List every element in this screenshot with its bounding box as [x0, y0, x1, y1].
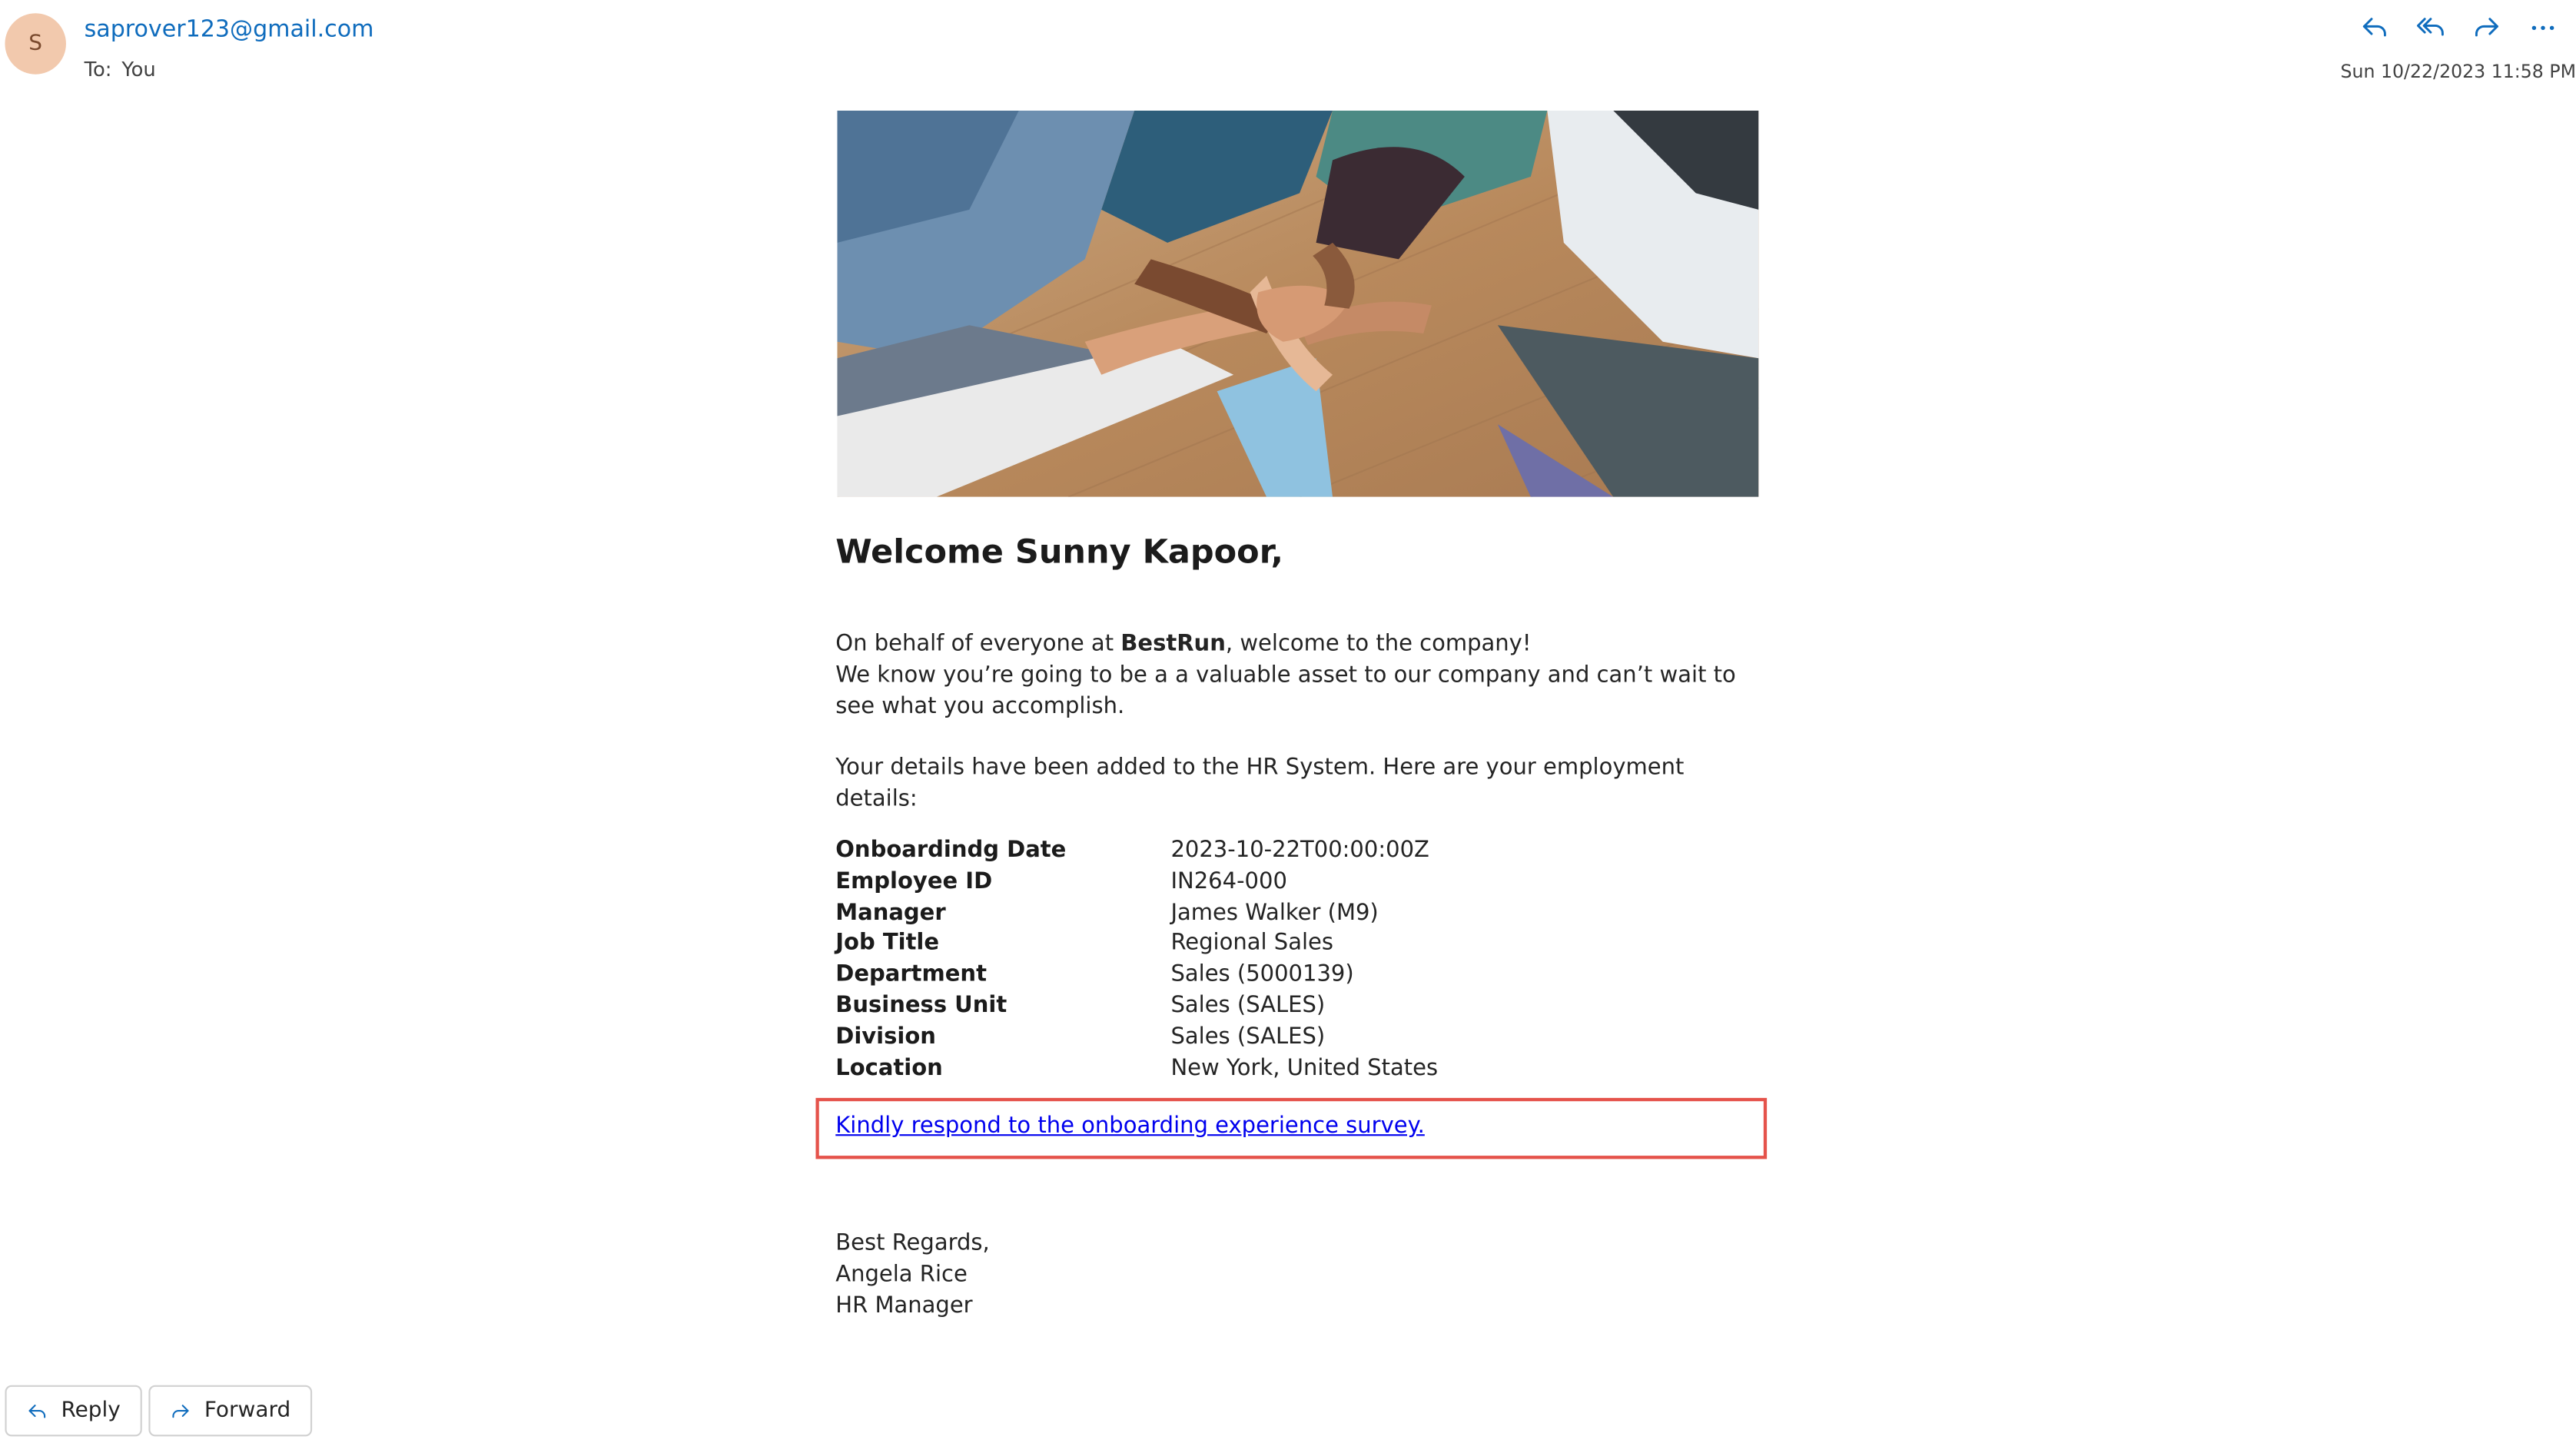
detail-row: Location New York, United States	[835, 1053, 1438, 1083]
forward-label: Forward	[204, 1398, 291, 1424]
team-hands-banner-image	[837, 110, 1759, 497]
detail-label: Division	[835, 1023, 936, 1050]
signoff: Best Regards,	[835, 1229, 990, 1257]
forward-button[interactable]: Forward	[148, 1385, 313, 1437]
detail-value: Sales (5000139)	[1170, 960, 1354, 988]
detail-value: Sales (SALES)	[1170, 992, 1326, 1019]
detail-label: Manager	[835, 899, 946, 926]
detail-row: Job Title Regional Sales	[835, 928, 1438, 959]
detail-value: IN264-000	[1170, 867, 1287, 895]
email-reading-pane: S saprover123@gmail.com To: You Sun 10/22…	[0, 0, 2576, 1443]
survey-link[interactable]: Kindly respond to the onboarding experie…	[835, 1113, 1425, 1139]
reply-button[interactable]: Reply	[5, 1385, 142, 1437]
detail-label: Onboardindg Date	[835, 837, 1067, 864]
reply-label: Reply	[61, 1398, 121, 1424]
recipients-line: To: You	[85, 58, 156, 81]
employment-details-table: Onboardindg Date 2023-10-22T00:00:00Z Emp…	[835, 835, 1438, 1083]
intro-line2: We know you’re going to be a a valuable …	[835, 662, 1736, 720]
email-body: Welcome Sunny Kapoor, On behalf of every…	[835, 529, 1768, 816]
detail-label: Business Unit	[835, 992, 1007, 1019]
detail-row: Manager James Walker (M9)	[835, 897, 1438, 928]
detail-value: James Walker (M9)	[1170, 899, 1379, 926]
intro-prefix: On behalf of everyone at	[835, 630, 1121, 658]
message-date: Sun 10/22/2023 11:58 PM	[2340, 61, 2576, 83]
sender-email[interactable]: saprover123@gmail.com	[85, 16, 374, 42]
intro-suffix: , welcome to the company!	[1225, 630, 1532, 658]
forward-icon	[172, 1405, 189, 1418]
detail-label: Job Title	[835, 930, 940, 957]
detail-value: 2023-10-22T00:00:00Z	[1170, 837, 1429, 864]
detail-row: Division Sales (SALES)	[835, 1022, 1438, 1053]
more-options-icon[interactable]	[2523, 10, 2563, 43]
recipient-name[interactable]: You	[121, 58, 155, 81]
detail-label: Location	[835, 1054, 943, 1081]
detail-row: Business Unit Sales (SALES)	[835, 990, 1438, 1021]
detail-value: Regional Sales	[1170, 930, 1334, 957]
company-name: BestRun	[1120, 630, 1226, 658]
intro-paragraph: On behalf of everyone at BestRun, welcom…	[835, 629, 1768, 723]
message-actions	[2355, 10, 2563, 43]
detail-value: New York, United States	[1170, 1054, 1439, 1081]
detail-row: Department Sales (5000139)	[835, 960, 1438, 990]
details-intro: Your details have been added to the HR S…	[835, 754, 1685, 813]
detail-row: Employee ID IN264-000	[835, 867, 1438, 897]
greeting-heading: Welcome Sunny Kapoor,	[835, 531, 1283, 572]
detail-label: Employee ID	[835, 867, 993, 895]
reply-icon	[28, 1405, 46, 1418]
sender-avatar[interactable]: S	[5, 13, 66, 75]
reply-all-icon[interactable]	[2411, 10, 2451, 43]
detail-row: Onboardindg Date 2023-10-22T00:00:00Z	[835, 835, 1438, 866]
reply-icon[interactable]	[2355, 10, 2395, 43]
signature-block: Best Regards, Angela Rice HR Manager	[835, 1229, 990, 1322]
signer-title: HR Manager	[835, 1292, 973, 1319]
detail-value: Sales (SALES)	[1170, 1023, 1326, 1050]
forward-icon[interactable]	[2467, 10, 2507, 43]
detail-label: Department	[835, 960, 987, 988]
to-label: To:	[84, 58, 112, 81]
signer-name: Angela Rice	[835, 1261, 968, 1289]
